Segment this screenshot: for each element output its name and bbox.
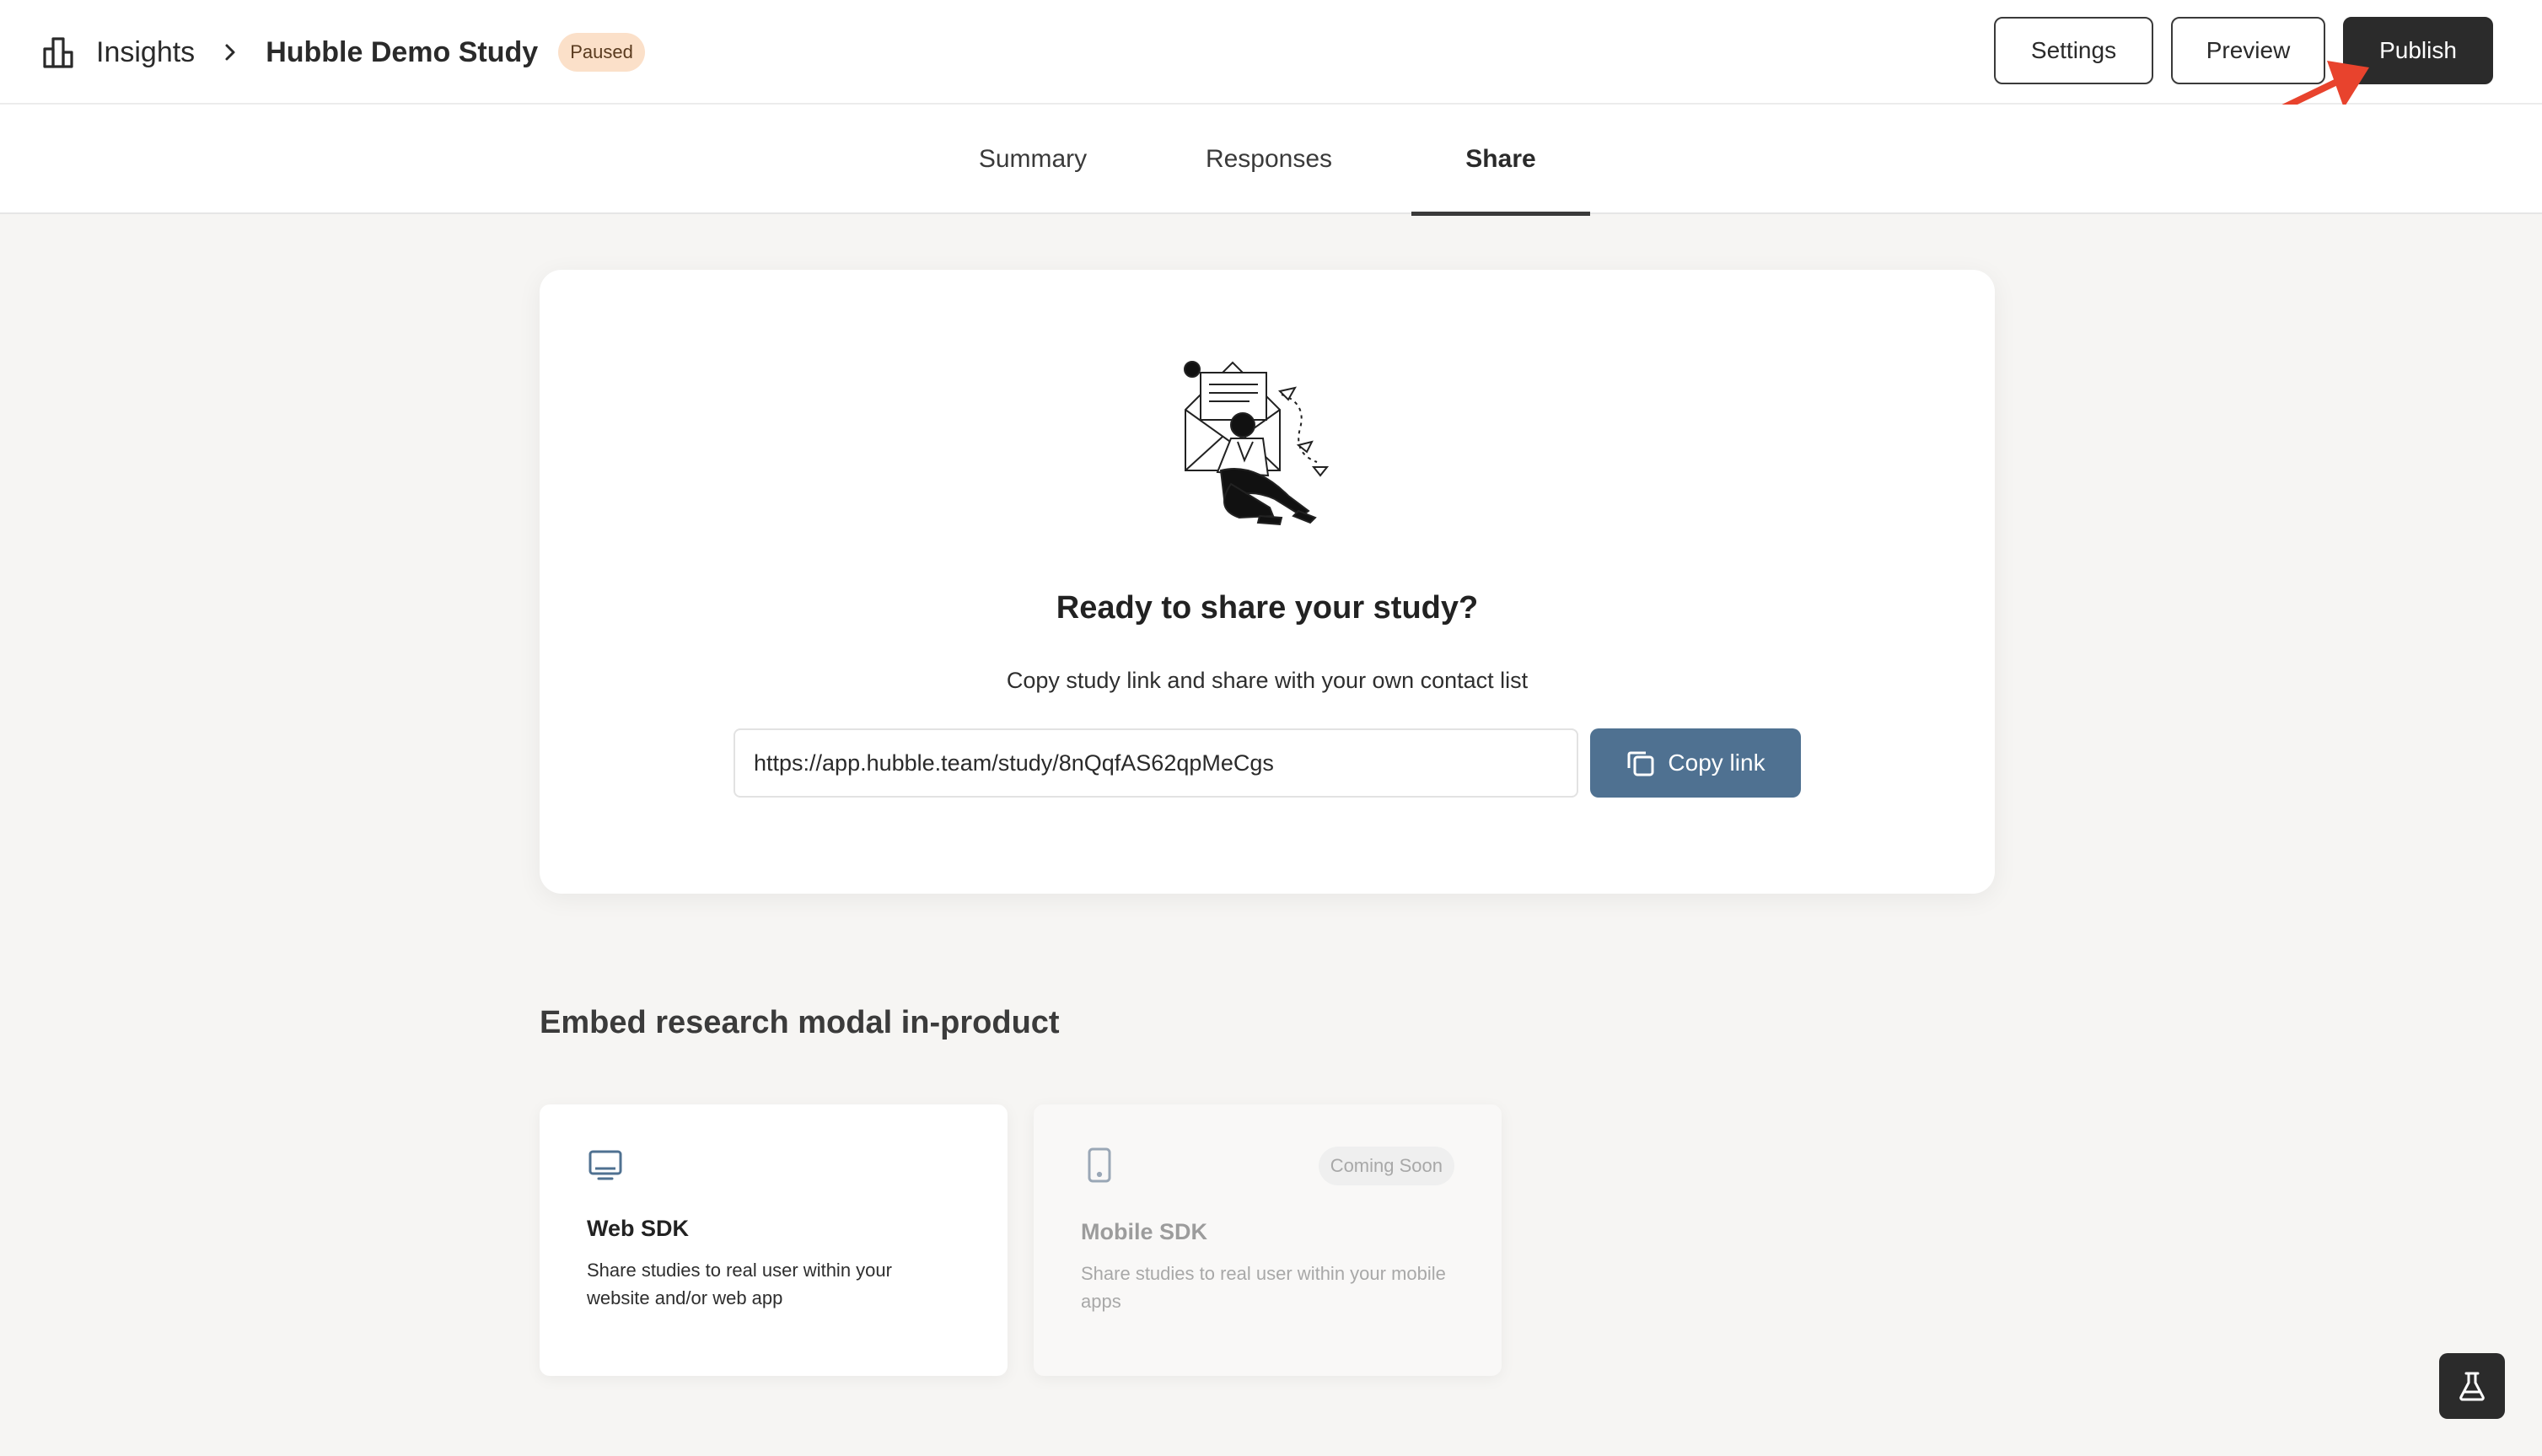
- tab-bar: Summary Responses Share: [0, 105, 2542, 216]
- web-sdk-title: Web SDK: [587, 1216, 690, 1241]
- web-sdk-card[interactable]: Web SDK Share studies to real user withi…: [540, 1104, 1008, 1376]
- copy-icon: [1627, 751, 1654, 776]
- copy-link-label: Copy link: [1668, 749, 1765, 776]
- status-badge: Paused: [558, 33, 645, 72]
- tab-share[interactable]: Share: [1411, 105, 1590, 216]
- bar-chart-icon[interactable]: [42, 35, 76, 69]
- page-title: Hubble Demo Study: [266, 35, 539, 68]
- chevron-right-icon: [218, 40, 242, 64]
- sharing-illustration: [1184, 361, 1330, 526]
- share-subtitle: Copy study link and share with your own …: [1006, 668, 1529, 693]
- embed-section-title: Embed research modal in-product: [540, 1005, 1060, 1040]
- mobile-phone-icon: [1088, 1147, 1111, 1183]
- monitor-icon: [588, 1150, 622, 1180]
- top-header: Insights Hubble Demo Study Paused Settin…: [0, 0, 2542, 105]
- coming-soon-badge: Coming Soon: [1318, 1147, 1454, 1185]
- mobile-sdk-description: Share studies to real user within your m…: [1081, 1263, 1446, 1312]
- mobile-sdk-title: Mobile SDK: [1081, 1219, 1208, 1244]
- breadcrumb-insights-link[interactable]: Insights: [96, 36, 195, 69]
- share-card: Ready to share your study? Copy study li…: [540, 270, 1995, 894]
- flask-icon: [2459, 1372, 2485, 1401]
- share-title: Ready to share your study?: [1056, 590, 1479, 626]
- web-sdk-description: Share studies to real user within your w…: [587, 1260, 892, 1308]
- tab-summary[interactable]: Summary: [957, 105, 1109, 214]
- tab-responses[interactable]: Responses: [1180, 105, 1357, 214]
- mobile-sdk-card: Coming Soon Mobile SDK Share studies to …: [1034, 1104, 1502, 1376]
- settings-button[interactable]: Settings: [1994, 17, 2153, 84]
- breadcrumb: Insights Hubble Demo Study Paused: [42, 29, 645, 76]
- copy-link-button[interactable]: Copy link: [1590, 728, 1801, 798]
- study-link-input[interactable]: [734, 728, 1578, 798]
- help-fab-button[interactable]: [2439, 1353, 2505, 1419]
